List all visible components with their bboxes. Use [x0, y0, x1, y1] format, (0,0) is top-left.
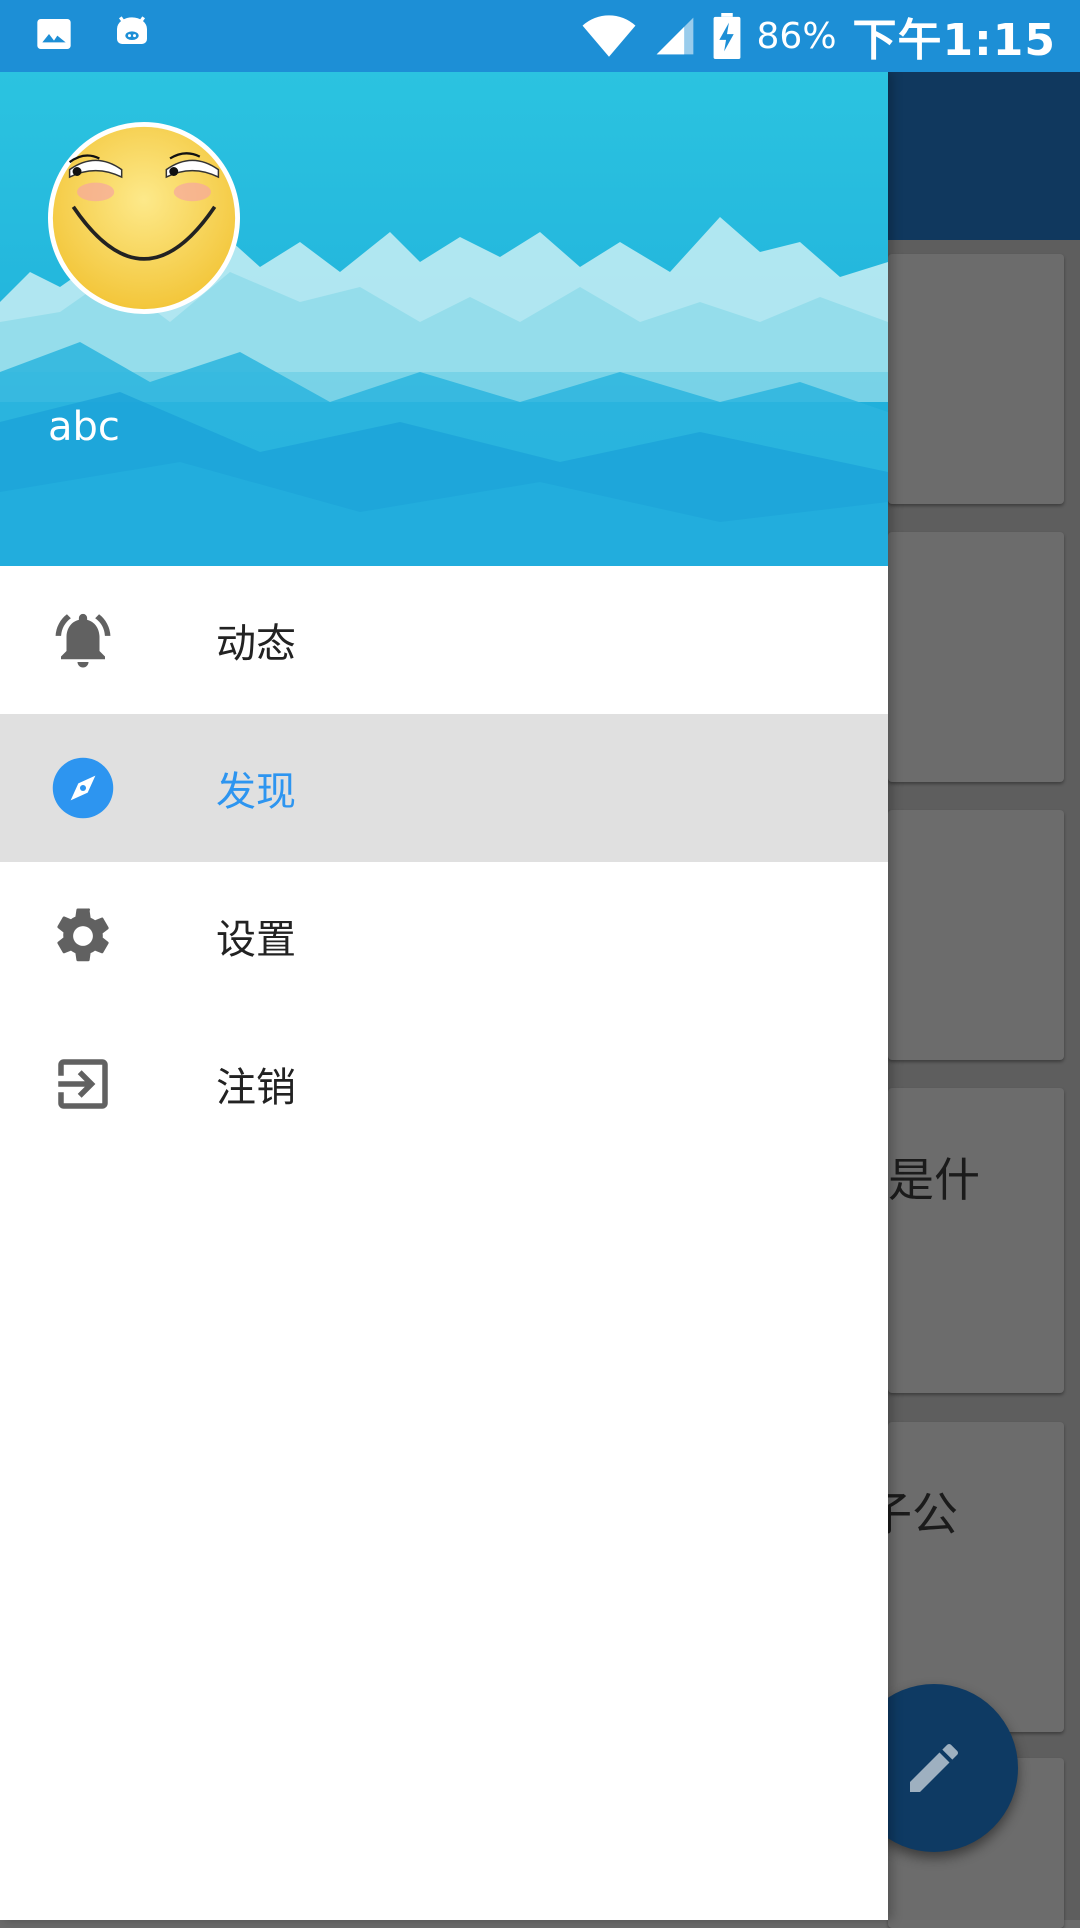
menu-item-discover[interactable]: 发现	[0, 714, 888, 862]
background-card[interactable]: 是什	[888, 1088, 1064, 1393]
menu-item-settings[interactable]: 设置	[0, 862, 888, 1010]
battery-percent: 86%	[756, 15, 837, 57]
menu-item-dynamic[interactable]: 动态	[0, 566, 888, 714]
avatar[interactable]	[48, 122, 240, 314]
status-bar: 86% 下午1:15	[0, 0, 1080, 72]
exit-icon	[50, 1051, 116, 1117]
menu-item-label: 动态	[216, 621, 296, 667]
background-card[interactable]	[888, 810, 1064, 1060]
card-text-fragment: 是什	[888, 1153, 980, 1207]
card-text-fragment: 子公	[888, 1487, 958, 1541]
background-card[interactable]	[888, 254, 1064, 504]
drawer-header: abc	[0, 72, 888, 566]
pencil-icon	[910, 1743, 959, 1792]
bell-icon	[50, 607, 116, 673]
android-debug-icon	[117, 16, 147, 44]
navigation-drawer: abc 动态 发现 设置 注销	[0, 72, 888, 1920]
gear-icon	[50, 903, 116, 969]
username: abc	[48, 404, 120, 450]
menu-item-logout[interactable]: 注销	[0, 1010, 888, 1158]
smiley-avatar	[52, 126, 236, 310]
drawer-menu: 动态 发现 设置 注销	[0, 566, 888, 1158]
background-card[interactable]	[888, 532, 1064, 782]
menu-item-label: 注销	[216, 1065, 296, 1111]
menu-item-label: 设置	[216, 917, 296, 963]
wifi-icon	[582, 15, 635, 57]
clock: 下午1:15	[852, 15, 1056, 66]
image-icon	[37, 19, 71, 49]
compass-icon	[50, 755, 116, 821]
battery-charging-icon	[713, 13, 740, 59]
cell-signal-icon	[656, 17, 693, 55]
menu-item-label: 发现	[216, 769, 296, 815]
